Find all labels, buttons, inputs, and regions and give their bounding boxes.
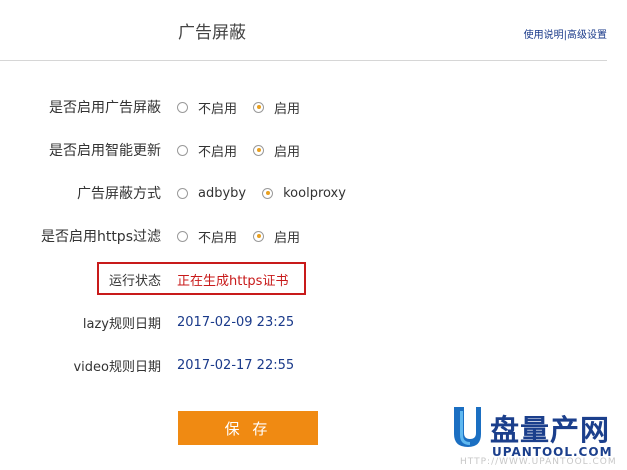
- video-rule-date-label: video规则日期: [73, 359, 161, 375]
- smart-update-off-option[interactable]: 不启用: [177, 141, 237, 160]
- method-adbyby-radio[interactable]: [177, 187, 188, 199]
- enable-adblock-off-option[interactable]: 不启用: [177, 98, 237, 117]
- watermark-faint-url: HTTP://WWW.UPANTOOL.COM: [460, 457, 617, 467]
- method-adbyby-option[interactable]: adbyby: [177, 186, 246, 201]
- method-adbyby-label: adbyby: [198, 185, 247, 201]
- adblock-method-label: 广告屏蔽方式: [77, 186, 161, 202]
- run-status-value: 正在生成https证书: [177, 273, 289, 289]
- row-run-status: 运行状态 正在生成https证书: [0, 267, 627, 291]
- enable-adblock-off-label: 不启用: [198, 101, 238, 117]
- lazy-rule-date-value: 2017-02-09 23:25: [177, 314, 295, 330]
- smart-update-on-radio[interactable]: [253, 144, 265, 156]
- https-filter-on-label: 启用: [274, 230, 301, 246]
- header-divider: [0, 60, 607, 61]
- lazy-rule-date-wrap: 2017-02-09 23:25: [177, 315, 294, 330]
- https-filter-off-radio[interactable]: [177, 230, 188, 242]
- advanced-settings-link[interactable]: 高级设置: [567, 30, 607, 41]
- smart-update-label: 是否启用智能更新: [49, 143, 161, 159]
- help-link[interactable]: 使用说明: [524, 30, 564, 41]
- watermark-brand: 盘量产网: [490, 413, 611, 447]
- lazy-rule-date-label: lazy规则日期: [82, 316, 161, 332]
- method-koolproxy-label: koolproxy: [283, 185, 346, 201]
- run-status-label: 运行状态: [108, 273, 161, 289]
- https-filter-label: 是否启用https过滤: [40, 229, 161, 245]
- smart-update-off-radio[interactable]: [177, 144, 188, 156]
- method-koolproxy-option[interactable]: koolproxy: [262, 186, 346, 201]
- run-status-value-wrap: 正在生成https证书: [177, 270, 288, 289]
- video-rule-date-wrap: 2017-02-17 22:55: [177, 358, 294, 373]
- smart-update-options: 不启用 启用: [177, 141, 316, 160]
- enable-adblock-on-label: 启用: [274, 101, 301, 117]
- https-filter-options: 不启用 启用: [177, 227, 316, 246]
- enable-adblock-options: 不启用 启用: [177, 98, 316, 117]
- page-title: 广告屏蔽: [178, 23, 246, 43]
- smart-update-off-label: 不启用: [198, 144, 238, 160]
- row-video-rule-date: video规则日期 2017-02-17 22:55: [0, 353, 627, 377]
- enable-adblock-off-radio[interactable]: [177, 101, 188, 113]
- u-disk-logo-icon: [454, 407, 481, 447]
- row-https-filter: 是否启用https过滤 不启用 启用: [0, 224, 627, 248]
- adblock-method-options: adbyby koolproxy: [177, 186, 362, 201]
- https-filter-off-label: 不启用: [198, 230, 238, 246]
- smart-update-on-label: 启用: [274, 144, 301, 160]
- smart-update-on-option[interactable]: 启用: [253, 141, 300, 160]
- watermark-logo: 盘量产网 UPANTOOL.COM HTTP://WWW.UPANTOOL.CO…: [450, 405, 620, 467]
- help-links: 使用说明|高级设置: [524, 26, 607, 41]
- save-button[interactable]: 保 存: [178, 411, 318, 445]
- enable-adblock-on-option[interactable]: 启用: [253, 98, 300, 117]
- video-rule-date-value: 2017-02-17 22:55: [177, 357, 295, 373]
- row-enable-adblock: 是否启用广告屏蔽 不启用 启用: [0, 95, 627, 119]
- https-filter-off-option[interactable]: 不启用: [177, 227, 237, 246]
- row-lazy-rule-date: lazy规则日期 2017-02-09 23:25: [0, 310, 627, 334]
- row-adblock-method: 广告屏蔽方式 adbyby koolproxy: [0, 181, 627, 205]
- method-koolproxy-radio[interactable]: [262, 187, 274, 199]
- enable-adblock-on-radio[interactable]: [253, 101, 265, 113]
- https-filter-on-radio[interactable]: [253, 230, 265, 242]
- row-smart-update: 是否启用智能更新 不启用 启用: [0, 138, 627, 162]
- https-filter-on-option[interactable]: 启用: [253, 227, 300, 246]
- enable-adblock-label: 是否启用广告屏蔽: [49, 100, 161, 116]
